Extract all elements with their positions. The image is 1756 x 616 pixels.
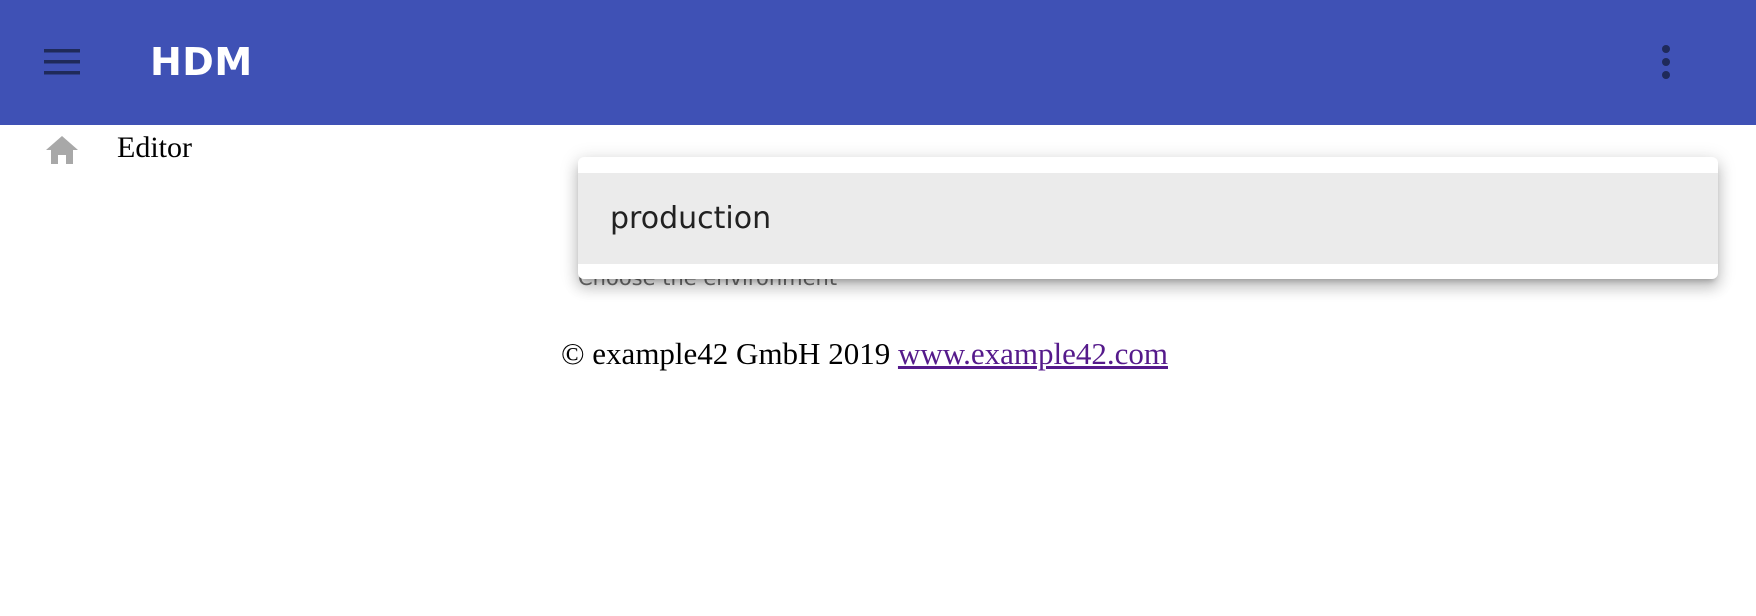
more-vert-icon	[1662, 45, 1670, 79]
environment-option-production[interactable]: production	[578, 173, 1718, 264]
home-icon	[46, 136, 78, 164]
home-link[interactable]	[40, 130, 84, 170]
footer: © example42 GmbH 2019 www.example42.com	[561, 334, 1168, 374]
environment-option-label: production	[610, 201, 772, 236]
footer-website-link[interactable]: www.example42.com	[898, 336, 1168, 371]
app-bar: HDM	[0, 0, 1756, 125]
nav-editor-link[interactable]: Editor	[117, 128, 192, 168]
app-title: HDM	[150, 40, 253, 84]
footer-copyright: © example42 GmbH 2019	[561, 336, 891, 371]
environment-dropdown-menu: production	[578, 157, 1718, 279]
hamburger-menu-icon	[44, 49, 80, 75]
menu-button[interactable]	[34, 34, 90, 90]
more-options-button[interactable]	[1638, 34, 1694, 90]
